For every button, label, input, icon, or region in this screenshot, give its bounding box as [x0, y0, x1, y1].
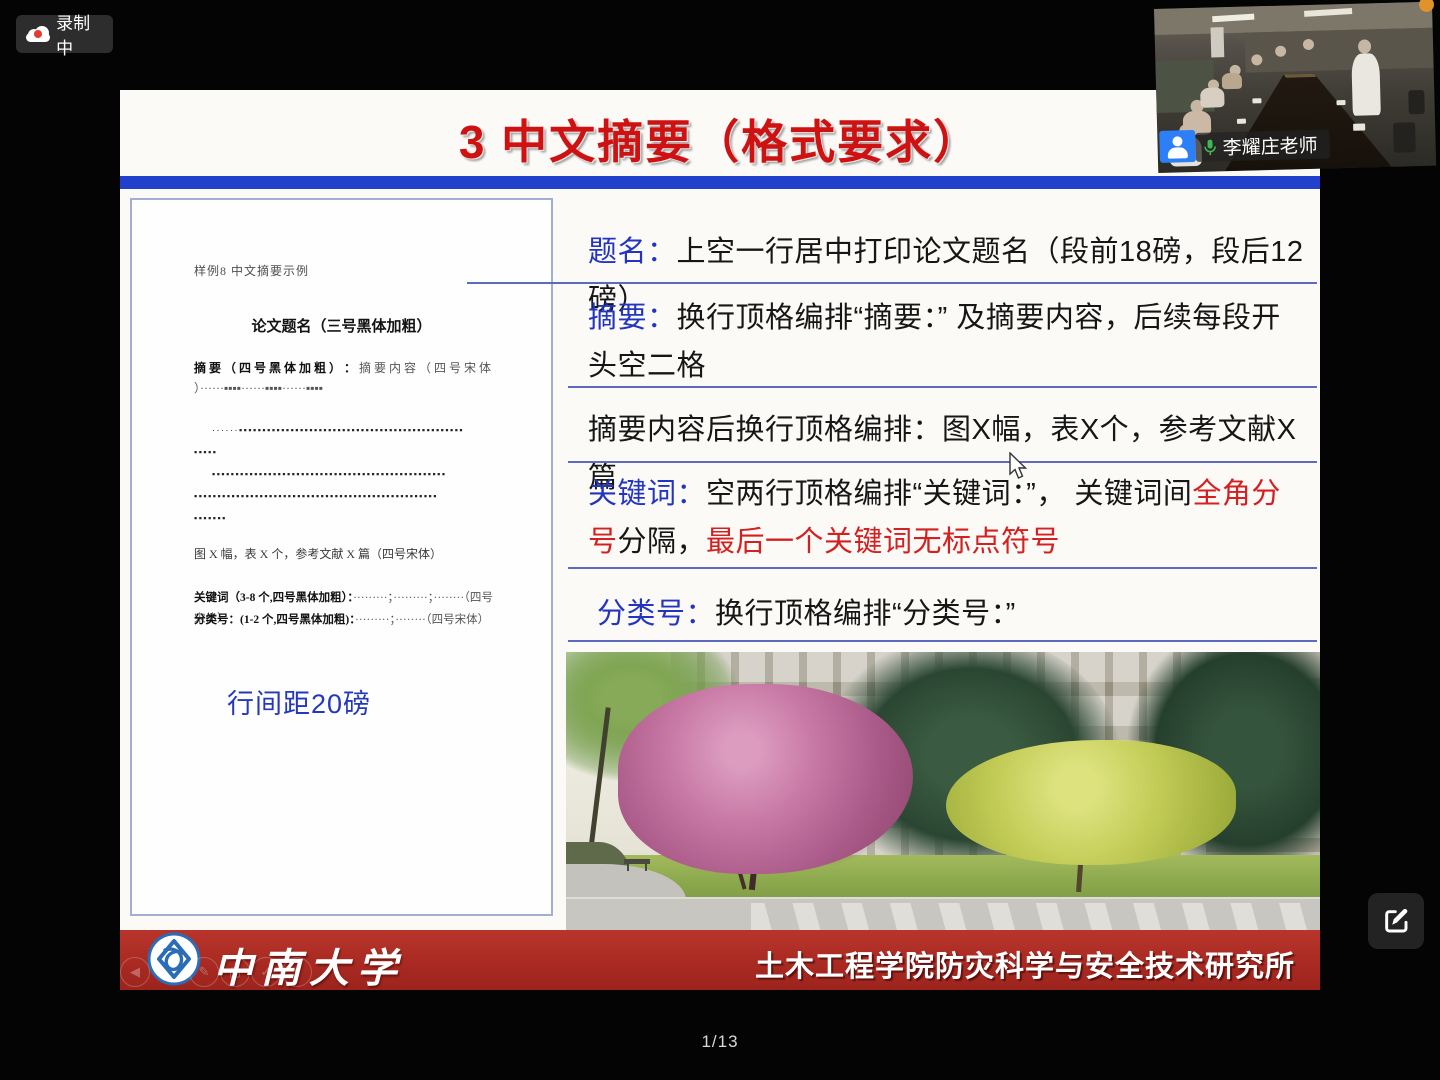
- room-back-wall: [1245, 28, 1434, 73]
- screen: 录制中 3 中文摘要（格式要求） 样例8 中文摘要示例 论文题名（三号黑体加粗）…: [0, 0, 1440, 1080]
- pen-icon[interactable]: ✎: [189, 957, 219, 987]
- section-divider: [568, 567, 1317, 569]
- page-indicator: 1/13: [0, 1032, 1440, 1052]
- slide-footer: 中南大学 土木工程学院防灾科学与安全技术研究所 ◀ ✎ ▢ ✓ ▾: [120, 930, 1320, 990]
- paper: [1252, 98, 1261, 103]
- section-divider: [568, 640, 1317, 642]
- chair: [1408, 90, 1425, 114]
- recording-cloud-icon: [26, 26, 48, 42]
- previous-icon[interactable]: ◀: [120, 957, 150, 987]
- sample-classno-line: 分类号：(1-2 个,四号黑体加粗)：·········；········（四号…: [194, 610, 504, 631]
- abstract-sample-document: 样例8 中文摘要示例 论文题名（三号黑体加粗） 摘 要 （ 四 号 黑 体 加 …: [130, 198, 553, 916]
- sample-caption: 样例8 中文摘要示例: [194, 262, 309, 279]
- section-divider: [568, 386, 1317, 388]
- recording-label: 录制中: [56, 9, 103, 59]
- point-label: 摘要：: [588, 302, 677, 334]
- annotate-button[interactable]: [1368, 893, 1424, 949]
- mic-icon: [1203, 138, 1216, 156]
- more-icon[interactable]: ▾: [282, 957, 312, 987]
- dotted-filler-line: ▪▪▪▪▪▪▪▪▪▪▪▪▪▪▪▪▪▪▪▪▪▪▪▪▪▪▪▪▪▪▪▪▪▪▪▪▪▪▪▪…: [194, 469, 496, 479]
- point-label: 关键词：: [588, 478, 706, 510]
- recording-badge[interactable]: 录制中: [16, 15, 113, 53]
- speaker-name: 李耀庄老师: [1222, 131, 1318, 160]
- section-divider: [467, 282, 1317, 284]
- point-keywords: 关键词：空两行顶格编排“关键词：”， 关键词间全角分号分隔，最后一个关键词无标点…: [588, 470, 1310, 566]
- mouse-cursor: [1008, 452, 1030, 482]
- paper: [1336, 100, 1345, 105]
- line-spacing-note: 行间距20磅: [227, 682, 371, 721]
- point-classno: 分类号：换行顶格编排“分类号：”: [597, 590, 1319, 638]
- dotted-filler-line: ▪▪▪▪▪▪▪: [194, 513, 496, 523]
- sample-doc-title: 论文题名（三号黑体加粗）: [132, 315, 551, 336]
- yellow-green-tree: [946, 740, 1236, 865]
- participant-avatar-icon: [1159, 130, 1196, 163]
- point-label: 题名：: [588, 236, 677, 268]
- speaker-name-bar: 李耀庄老师: [1195, 129, 1330, 161]
- point-abstract: 摘要：换行顶格编排“摘要：” 及摘要内容，后续每段开头空二格: [588, 294, 1310, 390]
- attendee-body: [1222, 73, 1242, 90]
- bench: [624, 859, 650, 864]
- dotted-filler-line: ▪▪▪▪▪: [194, 447, 496, 457]
- edit-pencil-icon: [1380, 905, 1412, 937]
- speaker-video-tile[interactable]: 李耀庄老师: [1154, 2, 1436, 173]
- slide-title: 3 中文摘要（格式要求）: [120, 106, 1320, 172]
- attendee-body: [1200, 87, 1225, 108]
- paper: [1237, 119, 1246, 124]
- check-icon[interactable]: ✓: [251, 957, 281, 987]
- section-divider: [568, 461, 1317, 463]
- crosswalk-stripes: [751, 903, 1320, 930]
- sample-abstract-paragraph: 摘 要 （ 四 号 黑 体 加 粗 ） ： 摘 要 内 容 （ 四 号 宋 体 …: [194, 358, 496, 398]
- paper: [1353, 124, 1365, 131]
- title-underline-bar: [120, 176, 1320, 189]
- institute-name: 土木工程学院防灾科学与安全技术研究所: [755, 943, 1295, 985]
- standing-speaker: [1351, 53, 1381, 116]
- presentation-slide: 3 中文摘要（格式要求） 样例8 中文摘要示例 论文题名（三号黑体加粗） 摘 要…: [120, 90, 1320, 990]
- sample-figures-line: 图 X 幅，表 X 个，参考文献 X 篇（四号宋体）: [194, 545, 442, 562]
- point-label: 分类号：: [597, 598, 715, 630]
- save-icon[interactable]: ▢: [220, 957, 250, 987]
- dotted-filler-line: ▪▪▪▪▪▪▪▪▪▪▪▪▪▪▪▪▪▪▪▪▪▪▪▪▪▪▪▪▪▪▪▪▪▪▪▪▪▪▪▪…: [194, 491, 496, 501]
- dotted-filler-line: ······▪▪▪▪▪▪▪▪▪▪▪▪▪▪▪▪▪▪▪▪▪▪▪▪▪▪▪▪▪▪▪▪▪▪…: [194, 425, 496, 435]
- chair: [1393, 122, 1416, 153]
- campus-photo: [566, 652, 1320, 930]
- air-conditioner: [1211, 27, 1225, 57]
